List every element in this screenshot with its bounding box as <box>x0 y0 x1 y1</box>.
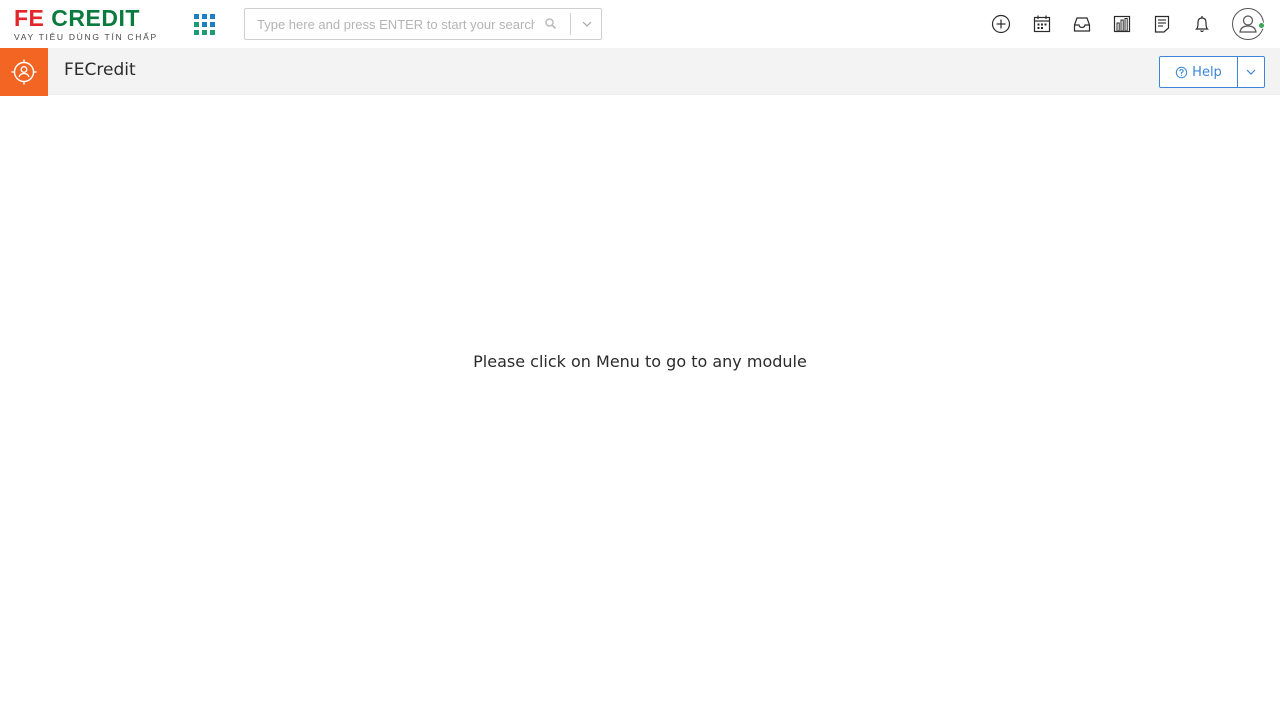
empty-state-message: Please click on Menu to go to any module <box>473 352 807 371</box>
chevron-down-icon <box>582 21 592 27</box>
reports-icon[interactable] <box>1110 12 1134 36</box>
search-icon[interactable] <box>543 16 559 32</box>
online-status-dot <box>1258 22 1265 29</box>
question-circle-icon <box>1175 66 1188 78</box>
logo-fe-text: FE <box>14 5 45 31</box>
chevron-down-icon <box>1246 69 1256 75</box>
page-title: FECredit <box>64 60 136 80</box>
logo-credit-text: CREDIT <box>51 5 140 31</box>
help-button[interactable]: Help <box>1159 56 1238 88</box>
app-launcher-grid-icon[interactable] <box>194 14 216 36</box>
search-filter-dropdown[interactable] <box>575 12 599 36</box>
help-dropdown-button[interactable] <box>1237 56 1265 88</box>
logo-tagline: VAY TIÊU DÙNG TÍN CHẤP <box>14 32 158 42</box>
global-search <box>244 8 602 40</box>
logo-wordmark: FE CREDIT <box>14 5 168 31</box>
search-input[interactable] <box>245 9 535 39</box>
plus-circle-icon[interactable] <box>989 12 1013 36</box>
bell-icon[interactable] <box>1190 12 1214 36</box>
top-navbar: FE CREDIT VAY TIÊU DÙNG TÍN CHẤP <box>0 0 1280 48</box>
module-target-icon[interactable] <box>0 48 48 96</box>
module-header-bar: FECredit Help <box>0 48 1280 96</box>
search-divider <box>570 13 571 35</box>
calendar-icon[interactable] <box>1030 12 1054 36</box>
fe-credit-logo[interactable]: FE CREDIT VAY TIÊU DÙNG TÍN CHẤP <box>14 7 168 43</box>
help-button-label: Help <box>1192 64 1222 80</box>
inbox-icon[interactable] <box>1070 12 1094 36</box>
notes-icon[interactable] <box>1150 12 1174 36</box>
